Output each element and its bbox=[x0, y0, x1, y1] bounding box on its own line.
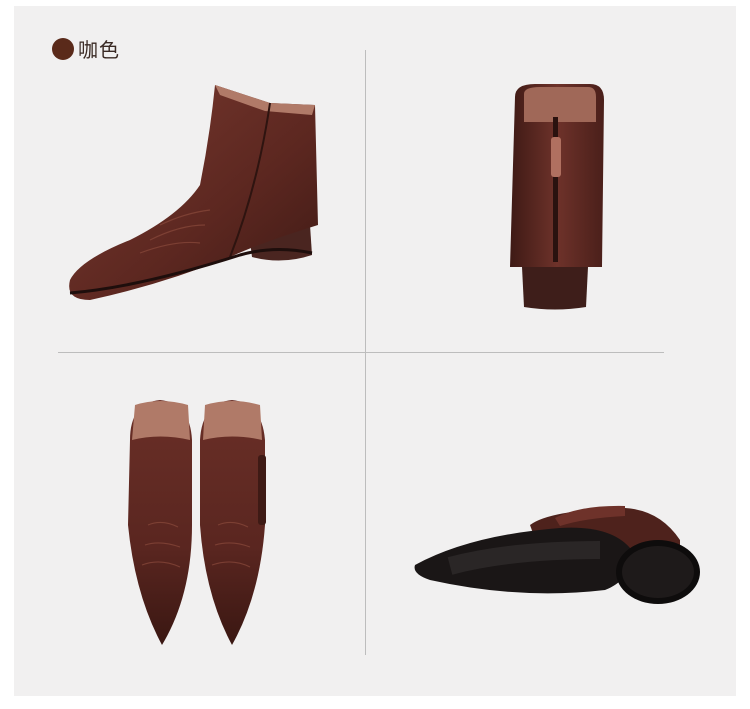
boot-top-view bbox=[128, 400, 266, 645]
horizontal-divider bbox=[58, 352, 664, 353]
boot-back-view bbox=[510, 84, 604, 310]
boot-sole-view bbox=[414, 505, 700, 604]
color-name: 咖色 bbox=[78, 38, 120, 62]
color-swatch bbox=[52, 37, 74, 60]
color-label: 咖色 bbox=[52, 34, 120, 63]
boot-side-view bbox=[69, 85, 318, 300]
